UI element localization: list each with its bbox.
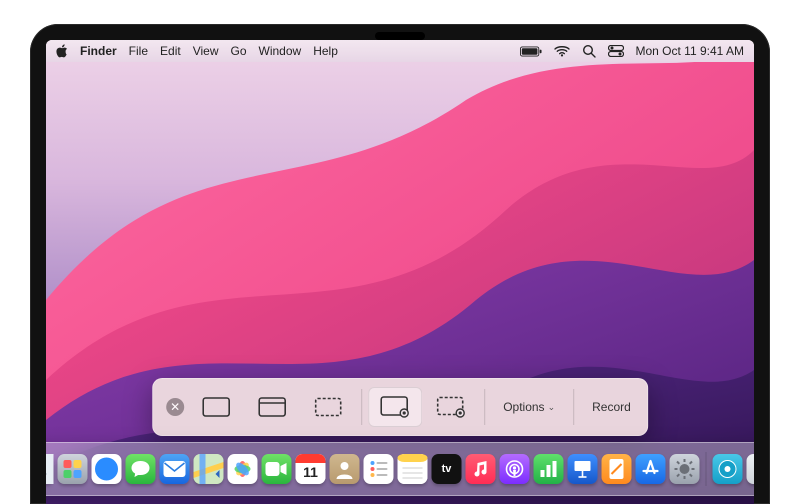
options-label: Options — [503, 400, 544, 414]
dock-app-contacts[interactable] — [330, 454, 360, 484]
screenshot-close-button[interactable]: ✕ — [157, 387, 187, 427]
dock-app-mail[interactable] — [160, 454, 190, 484]
dock: 11 tv — [46, 442, 754, 496]
calendar-day: 11 — [303, 463, 318, 481]
dock-app-numbers[interactable] — [534, 454, 564, 484]
capture-selection-button[interactable] — [301, 387, 355, 427]
dock-app-messages[interactable] — [126, 454, 156, 484]
menu-view[interactable]: View — [193, 44, 219, 58]
dock-app-launchpad[interactable] — [58, 454, 88, 484]
screenshot-toolbar: ✕ Options ⌄ — [152, 378, 648, 436]
dock-app-downloads[interactable] — [713, 454, 743, 484]
dock-app-pages[interactable] — [602, 454, 632, 484]
dock-app-keynote[interactable] — [568, 454, 598, 484]
dock-app-finder[interactable] — [46, 454, 54, 484]
dock-app-appstore[interactable] — [636, 454, 666, 484]
active-app-name[interactable]: Finder — [80, 44, 117, 58]
record-entire-screen-button[interactable] — [368, 387, 422, 427]
dock-trash[interactable] — [747, 454, 755, 484]
dock-app-safari[interactable] — [92, 454, 122, 484]
dock-app-reminders[interactable] — [364, 454, 394, 484]
apple-menu-icon[interactable] — [56, 44, 68, 58]
screenshot-record-button[interactable]: Record — [580, 387, 643, 427]
laptop-notch — [375, 32, 425, 40]
spotlight-icon[interactable] — [582, 44, 596, 58]
toolbar-separator — [484, 389, 485, 425]
menu-help[interactable]: Help — [313, 44, 338, 58]
dock-app-calendar[interactable]: 11 — [296, 454, 326, 484]
menubar: Finder File Edit View Go Window Help — [46, 40, 754, 62]
wifi-icon[interactable] — [554, 45, 570, 57]
battery-icon[interactable] — [520, 46, 542, 57]
screen: Finder File Edit View Go Window Help — [46, 40, 754, 504]
dock-app-music[interactable] — [466, 454, 496, 484]
dock-app-system-preferences[interactable] — [670, 454, 700, 484]
record-label: Record — [592, 400, 631, 414]
menu-window[interactable]: Window — [259, 44, 302, 58]
capture-entire-screen-button[interactable] — [189, 387, 243, 427]
dock-app-photos[interactable] — [228, 454, 258, 484]
menu-file[interactable]: File — [129, 44, 148, 58]
laptop-bezel: Finder File Edit View Go Window Help — [30, 24, 770, 504]
dock-app-podcasts[interactable] — [500, 454, 530, 484]
capture-window-button[interactable] — [245, 387, 299, 427]
control-center-icon[interactable] — [608, 45, 624, 57]
toolbar-separator — [573, 389, 574, 425]
dock-separator — [706, 452, 707, 486]
calendar-header — [296, 454, 326, 463]
menubar-clock[interactable]: Mon Oct 11 9:41 AM — [636, 44, 745, 58]
dock-container: 11 tv — [46, 442, 754, 496]
close-icon: ✕ — [166, 398, 184, 416]
dock-app-maps[interactable] — [194, 454, 224, 484]
record-selection-button[interactable] — [424, 387, 478, 427]
chevron-down-icon: ⌄ — [548, 402, 556, 413]
toolbar-separator — [361, 389, 362, 425]
dock-app-tv[interactable]: tv — [432, 454, 462, 484]
dock-app-notes[interactable] — [398, 454, 428, 484]
menu-go[interactable]: Go — [231, 44, 247, 58]
dock-app-facetime[interactable] — [262, 454, 292, 484]
screenshot-options-button[interactable]: Options ⌄ — [491, 387, 567, 427]
menu-edit[interactable]: Edit — [160, 44, 181, 58]
